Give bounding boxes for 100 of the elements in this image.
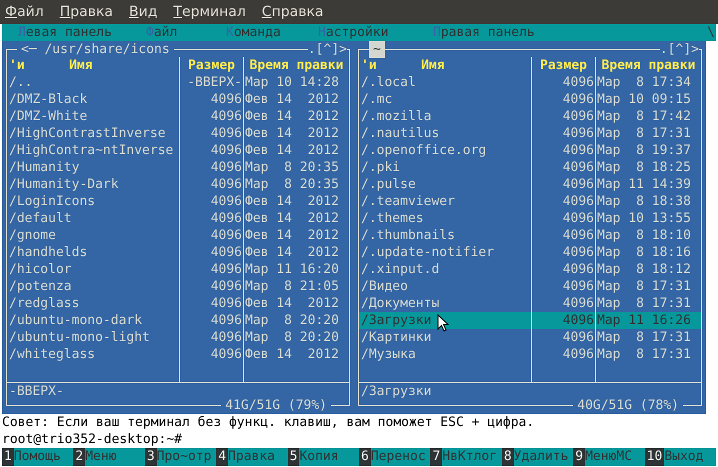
file-row[interactable]: /DMZ-Black 4096 Фев 14 2012 <box>7 91 349 108</box>
panel-controls[interactable]: .[^]> <box>660 41 699 58</box>
file-date: Мар 11 14:39 <box>595 176 701 193</box>
file-date: Мар 8 17:31 <box>595 278 701 295</box>
file-name: /DMZ-White <box>9 109 88 124</box>
file-name: /hicolor <box>9 262 72 277</box>
file-name: /Картинки <box>361 330 432 345</box>
column-header[interactable]: Размер <box>179 57 243 74</box>
file-row[interactable]: /.openoffice.org 4096 Мар 8 19:37 <box>359 142 701 159</box>
file-date: Мар 8 19:37 <box>595 142 701 159</box>
file-row[interactable]: /.nautilus 4096 Мар 8 17:31 <box>359 125 701 142</box>
shell-prompt[interactable]: root@trio352-desktop:~# <box>0 431 718 448</box>
file-date: Мар 10 09:15 <box>595 91 701 108</box>
file-name: /.local <box>361 75 416 90</box>
mc-menu-item[interactable]: Правая панель <box>433 24 553 41</box>
sort-indicator[interactable]: 'и <box>9 57 25 74</box>
file-row[interactable]: /gnome 4096 Фев 14 2012 <box>7 227 349 244</box>
file-date: Фев 14 2012 <box>243 227 349 244</box>
file-date: Фев 14 2012 <box>243 295 349 312</box>
file-name: /HighContrastInverse <box>9 126 166 141</box>
file-name: /.teamviewer <box>361 194 455 209</box>
selection-info: -ВВЕРХ- <box>9 384 64 399</box>
file-date: Фев 14 2012 <box>243 346 349 363</box>
file-row[interactable]: /.pki 4096 Мар 8 18:25 <box>359 159 701 176</box>
file-row[interactable]: /.mozilla 4096 Мар 8 17:42 <box>359 108 701 125</box>
file-name: /Загрузки <box>361 313 432 328</box>
file-row[interactable]: /Загрузки 4096 Мар 11 16:26 <box>359 312 701 329</box>
sort-indicator[interactable]: 'и <box>361 57 377 74</box>
mouse-cursor-icon <box>437 314 449 332</box>
file-date: Мар 8 17:31 <box>595 125 701 142</box>
file-row[interactable]: /.thumbnails 4096 Мар 8 18:10 <box>359 227 701 244</box>
file-size: 4096 <box>531 176 595 193</box>
file-row[interactable]: /.update-notifier 4096 Мар 8 18:16 <box>359 244 701 261</box>
file-row[interactable]: /LoginIcons 4096 Фев 14 2012 <box>7 193 349 210</box>
file-row[interactable]: /.local 4096 Мар 8 17:34 <box>359 74 701 91</box>
file-row[interactable]: /potenza 4096 Мар 8 21:05 <box>7 278 349 295</box>
file-row[interactable]: /whiteglass 4096 Фев 14 2012 <box>7 346 349 363</box>
file-row[interactable]: /.pulse 4096 Мар 11 14:39 <box>359 176 701 193</box>
disk-usage: 40G/51G (78%) <box>573 397 683 414</box>
file-size: 4096 <box>179 176 243 193</box>
file-name: /.themes <box>361 211 424 226</box>
file-size: 4096 <box>531 346 595 363</box>
file-row[interactable]: /.teamviewer 4096 Мар 8 18:38 <box>359 193 701 210</box>
column-header[interactable]: Время правки <box>595 57 701 74</box>
file-size: 4096 <box>179 329 243 346</box>
panel-path[interactable]: ~ <box>369 41 385 58</box>
file-name: /.xinput.d <box>361 262 440 277</box>
file-row[interactable]: /ubuntu-mono-dark 4096 Мар 8 20:20 <box>7 312 349 329</box>
mc-menu-item[interactable]: Настройки <box>318 24 433 41</box>
menu-item[interactable]: Терминал <box>173 2 246 22</box>
file-row[interactable]: /Humanity 4096 Мар 8 20:35 <box>7 159 349 176</box>
menu-item[interactable]: Вид <box>129 2 158 22</box>
file-size: 4096 <box>179 295 243 312</box>
file-size: 4096 <box>179 108 243 125</box>
file-row[interactable]: /DMZ-White 4096 Фев 14 2012 <box>7 108 349 125</box>
file-date: Фев 14 2012 <box>243 142 349 159</box>
mc-menu-item[interactable]: Левая панель <box>18 24 146 41</box>
file-name: /.. <box>9 75 32 90</box>
file-row[interactable]: /.mc 4096 Мар 10 09:15 <box>359 91 701 108</box>
file-size: 4096 <box>179 125 243 142</box>
file-row[interactable]: /handhelds 4096 Фев 14 2012 <box>7 244 349 261</box>
file-row[interactable]: /HighContrastInverse 4096 Фев 14 2012 <box>7 125 349 142</box>
column-header[interactable]: Время правки <box>243 57 349 74</box>
file-size: 4096 <box>531 74 595 91</box>
menu-item[interactable]: Справка <box>262 2 324 22</box>
file-name: /whiteglass <box>9 347 96 362</box>
file-row[interactable]: /hicolor 4096 Мар 11 16:20 <box>7 261 349 278</box>
file-name: /.mozilla <box>361 109 432 124</box>
menu-item[interactable]: Правка <box>60 2 113 22</box>
file-row[interactable]: /Видео 4096 Мар 8 17:31 <box>359 278 701 295</box>
file-row[interactable]: /Музыка 4096 Мар 8 17:31 <box>359 346 701 363</box>
file-row[interactable]: /.xinput.d 4096 Мар 8 18:12 <box>359 261 701 278</box>
file-name: /DMZ-Black <box>9 92 88 107</box>
column-header[interactable]: Размер <box>531 57 595 74</box>
file-row[interactable]: /.. -ВВЕРХ- Мар 10 14:28 <box>7 74 349 91</box>
file-row[interactable]: /Humanity-Dark 4096 Мар 8 20:35 <box>7 176 349 193</box>
file-row[interactable]: /Картинки 4096 Мар 8 17:31 <box>359 329 701 346</box>
mc-menu-item[interactable]: Команда <box>226 24 318 41</box>
column-header[interactable]: Имя <box>24 57 177 74</box>
file-row[interactable]: /HighContra~ntInverse 4096 Фев 14 2012 <box>7 142 349 159</box>
selection-info: /Загрузки <box>361 384 432 399</box>
file-name: /ubuntu-mono-light <box>9 330 150 345</box>
file-size: 4096 <box>179 159 243 176</box>
column-header[interactable]: Имя <box>376 57 529 74</box>
file-date: Мар 8 17:31 <box>595 346 701 363</box>
panel-controls[interactable]: .[^]> <box>308 41 347 58</box>
file-row[interactable]: /default 4096 Фев 14 2012 <box>7 210 349 227</box>
file-size: 4096 <box>531 91 595 108</box>
file-row[interactable]: /.themes 4096 Мар 10 13:55 <box>359 210 701 227</box>
file-name: /Видео <box>361 279 408 294</box>
file-date: Мар 8 18:25 <box>595 159 701 176</box>
mc-menu-item[interactable]: Файл <box>146 24 226 41</box>
file-date: Фев 14 2012 <box>243 125 349 142</box>
file-size: 4096 <box>179 91 243 108</box>
file-name: /redglass <box>9 296 80 311</box>
file-size: -ВВЕРХ- <box>179 74 243 91</box>
menu-item[interactable]: Файл <box>5 2 44 22</box>
file-size: 4096 <box>531 142 595 159</box>
file-row[interactable]: /ubuntu-mono-light 4096 Мар 8 20:20 <box>7 329 349 346</box>
file-row[interactable]: /redglass 4096 Фев 14 2012 <box>7 295 349 312</box>
